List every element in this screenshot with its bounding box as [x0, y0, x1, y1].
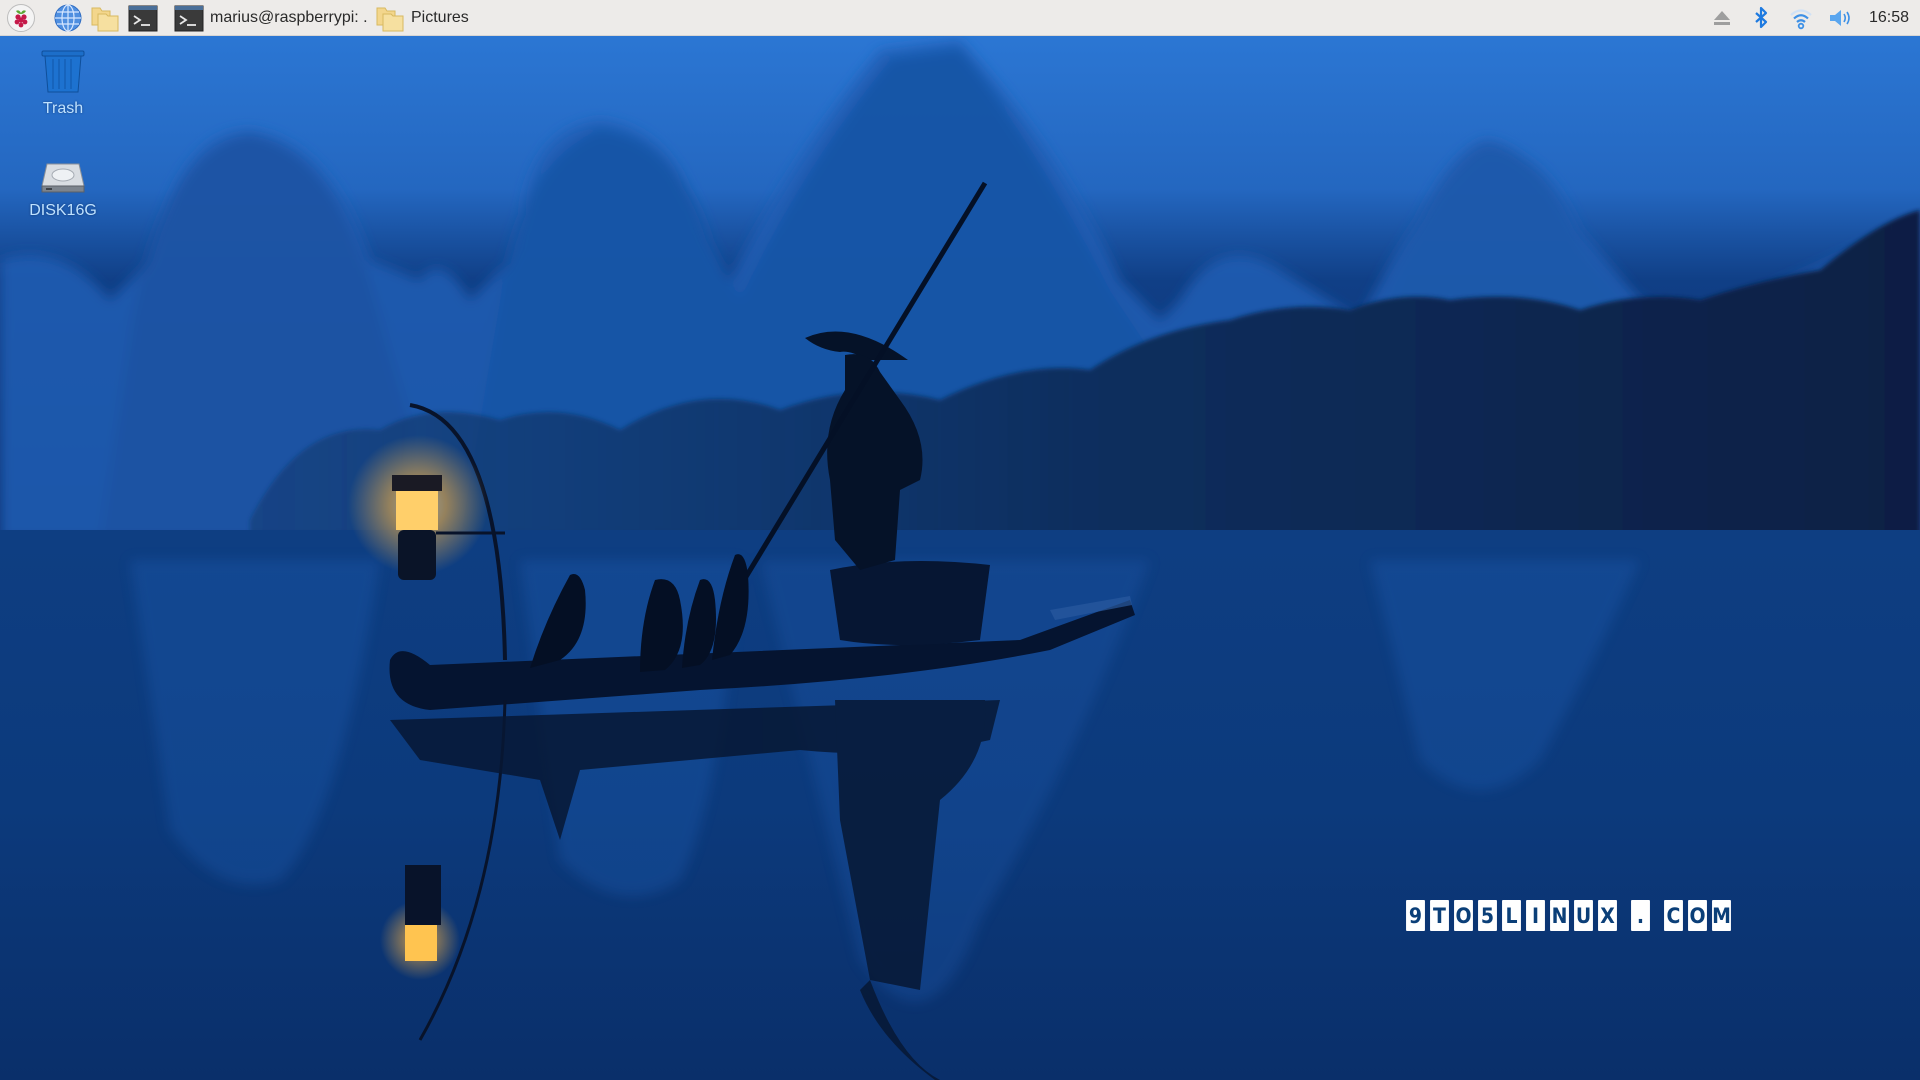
window-title: marius@raspberrypi: . [210, 9, 368, 26]
watermark-letter-tile: I [1526, 900, 1545, 931]
watermark-letter-tile: O [1454, 900, 1473, 931]
desktop-icon-disk16g[interactable]: DISK16G [8, 160, 118, 220]
watermark-letter-tile: U [1574, 900, 1593, 931]
watermark-letter-tile: 9 [1406, 900, 1425, 931]
trash-icon [41, 50, 85, 93]
clock[interactable]: 16:58 [1869, 9, 1909, 27]
browser-launcher[interactable] [53, 2, 83, 34]
desktop-icon-label: DISK16G [29, 202, 97, 219]
watermark-letter-tile: L [1502, 900, 1521, 931]
folder-icon [376, 7, 404, 32]
watermark-letter-tile: N [1550, 900, 1569, 931]
watermark-letter-tile: 5 [1478, 900, 1497, 931]
eject-icon[interactable] [1709, 5, 1735, 31]
desktop-icon-label: Trash [42, 100, 84, 117]
terminal-icon [174, 5, 204, 32]
desktop-icon-trash[interactable]: Trash [8, 48, 118, 118]
taskbar: marius@raspberrypi: . Pictures 16:58 [0, 0, 1920, 36]
menu-button[interactable] [6, 2, 36, 34]
watermark-spacer [1621, 900, 1627, 931]
raspberry-pi-menu-icon [7, 4, 35, 32]
taskbar-window-terminal[interactable]: marius@raspberrypi: . [174, 2, 368, 34]
web-browser-globe-icon [54, 4, 82, 32]
file-manager-launcher[interactable] [90, 2, 120, 34]
bluetooth-icon[interactable] [1748, 5, 1774, 31]
window-title: Pictures [411, 9, 469, 26]
watermark-letter-tile: C [1664, 900, 1683, 931]
wifi-icon[interactable] [1788, 5, 1814, 31]
terminal-launcher[interactable] [128, 2, 158, 34]
terminal-icon [128, 5, 158, 32]
volume-icon[interactable] [1827, 5, 1853, 31]
taskbar-window-pictures[interactable]: Pictures [375, 2, 469, 34]
watermark-letter-tile: O [1688, 900, 1707, 931]
watermark-letter-tile: T [1430, 900, 1449, 931]
folder-icon [91, 7, 119, 32]
watermark-letter-tile: M [1712, 900, 1731, 931]
watermark-letter-tile: . [1631, 900, 1650, 931]
hard-disk-icon [41, 163, 85, 193]
watermark-spacer [1654, 900, 1660, 931]
watermark-9to5linux: 9TO5LINUX.COM [1405, 900, 1732, 931]
watermark-letter-tile: X [1598, 900, 1617, 931]
